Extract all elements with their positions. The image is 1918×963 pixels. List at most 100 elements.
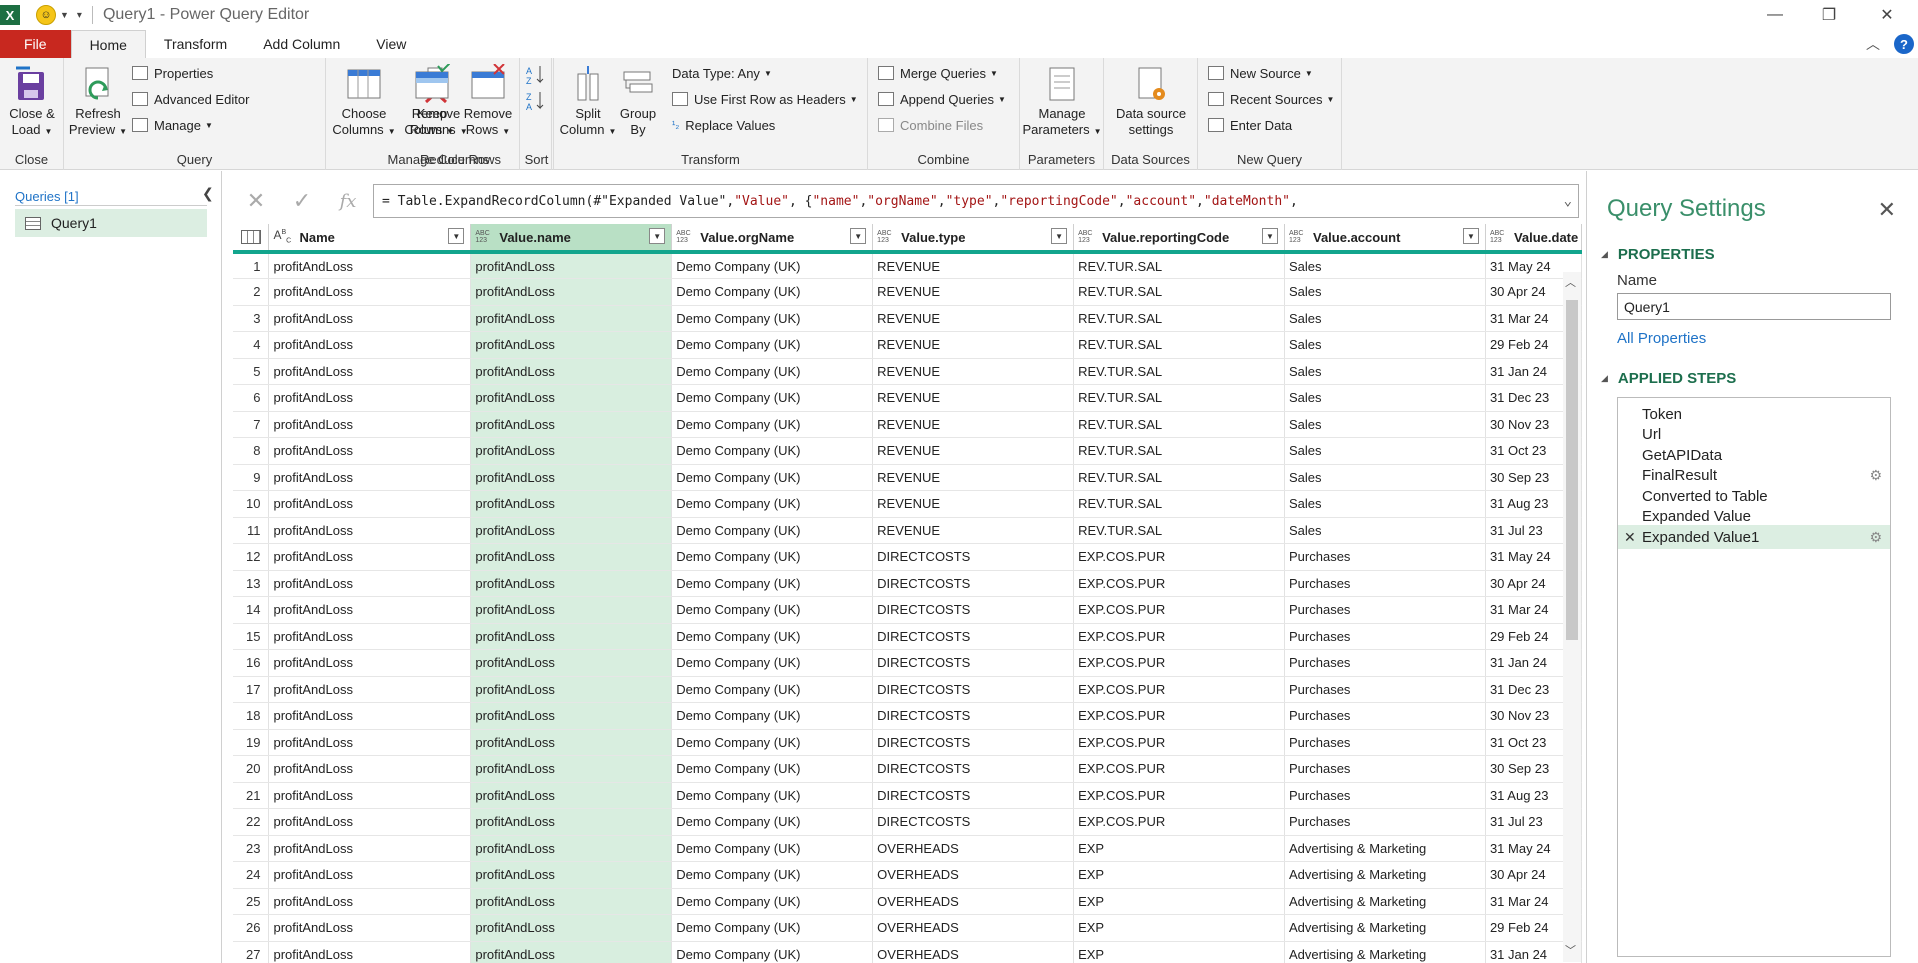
applied-steps-section[interactable]: ◢ APPLIED STEPS <box>1601 370 1736 387</box>
close-settings-icon[interactable]: ✕ <box>1878 197 1896 223</box>
merge-queries-button[interactable]: Merge Queries ▼ <box>878 62 998 84</box>
table-cell[interactable]: Sales <box>1284 252 1486 279</box>
table-cell[interactable]: profitAndLoss <box>470 729 673 756</box>
any-type-icon[interactable]: ABC 123 <box>676 230 694 244</box>
table-cell[interactable]: profitAndLoss <box>470 702 673 730</box>
table-cell[interactable]: EXP.COS.PUR <box>1073 782 1285 809</box>
row-number[interactable]: 10 <box>233 490 270 518</box>
table-cell[interactable]: profitAndLoss <box>268 278 472 306</box>
row-number[interactable]: 21 <box>233 782 270 809</box>
table-cell[interactable]: REV.TUR.SAL <box>1073 331 1285 359</box>
append-queries-button[interactable]: Append Queries ▼ <box>878 88 1006 110</box>
help-icon[interactable]: ? <box>1894 34 1914 54</box>
delete-step-icon[interactable]: ✕ <box>1624 529 1636 546</box>
new-source-button[interactable]: New Source ▼ <box>1208 62 1313 84</box>
table-cell[interactable]: REV.TUR.SAL <box>1073 252 1285 279</box>
table-cell[interactable]: profitAndLoss <box>268 702 472 730</box>
cancel-formula-icon[interactable]: ✕ <box>233 181 279 221</box>
table-cell[interactable]: REVENUE <box>872 252 1075 279</box>
data-source-settings-button[interactable]: Data source settings <box>1108 64 1194 138</box>
row-number[interactable]: 1 <box>233 252 270 279</box>
table-cell[interactable]: profitAndLoss <box>268 358 472 385</box>
close-window-icon[interactable]: ✕ <box>1864 0 1910 30</box>
table-cell[interactable]: Sales <box>1284 517 1486 544</box>
use-first-row-button[interactable]: Use First Row as Headers ▼ <box>672 88 858 110</box>
filter-dropdown-icon[interactable]: ▼ <box>1262 228 1278 244</box>
sort-descending-button[interactable]: ZA <box>526 90 546 112</box>
combine-files-button[interactable]: Combine Files <box>878 114 983 136</box>
table-cell[interactable]: Advertising & Marketing <box>1284 861 1486 889</box>
table-cell[interactable]: EXP <box>1073 861 1285 889</box>
table-cell[interactable]: profitAndLoss <box>470 305 673 332</box>
table-cell[interactable]: Advertising & Marketing <box>1284 835 1486 862</box>
table-cell[interactable]: REVENUE <box>872 437 1075 465</box>
applied-step[interactable]: ✕ Expanded Value1 ⚙ <box>1618 525 1890 549</box>
feedback-smiley-icon[interactable]: ☺ <box>36 5 56 25</box>
table-cell[interactable]: EXP <box>1073 914 1285 942</box>
table-cell[interactable]: profitAndLoss <box>470 676 673 703</box>
table-cell[interactable]: profitAndLoss <box>470 596 673 624</box>
table-cell[interactable]: profitAndLoss <box>268 411 472 438</box>
vertical-scrollbar[interactable]: ︿ ﹀ <box>1563 272 1581 962</box>
table-cell[interactable]: Demo Company (UK) <box>671 278 874 306</box>
scroll-up-icon[interactable]: ︿ <box>1565 274 1576 290</box>
row-number[interactable]: 16 <box>233 649 270 677</box>
table-cell[interactable]: Sales <box>1284 278 1486 306</box>
row-number[interactable]: 4 <box>233 331 270 359</box>
filter-dropdown-icon[interactable]: ▼ <box>649 228 666 244</box>
manage-parameters-button[interactable]: Manage Parameters ▼ <box>1022 64 1102 140</box>
tab-view[interactable]: View <box>358 30 424 58</box>
table-cell[interactable]: REV.TUR.SAL <box>1073 517 1285 544</box>
table-cell[interactable]: Sales <box>1284 437 1486 465</box>
table-cell[interactable]: Advertising & Marketing <box>1284 941 1486 963</box>
table-cell[interactable]: profitAndLoss <box>268 437 472 465</box>
table-cell[interactable]: Purchases <box>1284 702 1486 730</box>
table-cell[interactable]: profitAndLoss <box>470 835 673 862</box>
any-type-icon[interactable]: ABC 123 <box>1289 230 1307 244</box>
table-cell[interactable]: REV.TUR.SAL <box>1073 384 1285 412</box>
table-cell[interactable]: profitAndLoss <box>470 782 673 809</box>
table-cell[interactable]: Purchases <box>1284 570 1486 597</box>
table-cell[interactable]: REVENUE <box>872 411 1075 438</box>
table-cell[interactable]: profitAndLoss <box>268 252 472 279</box>
table-cell[interactable]: Demo Company (UK) <box>671 702 874 730</box>
customize-toolbar-icon[interactable]: ▾ <box>77 10 82 21</box>
close-and-load-button[interactable]: Close & Load ▼ <box>6 64 58 140</box>
table-cell[interactable]: Sales <box>1284 358 1486 385</box>
column-header[interactable]: ABC 123 Value.name ▼ <box>470 224 673 254</box>
table-cell[interactable]: Advertising & Marketing <box>1284 888 1486 915</box>
manage-button[interactable]: Manage ▼ <box>132 114 213 136</box>
scroll-down-icon[interactable]: ﹀ <box>1565 942 1576 958</box>
table-cell[interactable]: EXP.COS.PUR <box>1073 649 1285 677</box>
row-number[interactable]: 7 <box>233 411 270 438</box>
table-cell[interactable]: profitAndLoss <box>268 888 472 915</box>
split-column-button[interactable]: Split Column ▼ <box>558 64 618 140</box>
table-cell[interactable]: profitAndLoss <box>470 464 673 491</box>
table-cell[interactable]: profitAndLoss <box>268 941 472 963</box>
table-cell[interactable]: REVENUE <box>872 490 1075 518</box>
table-cell[interactable]: profitAndLoss <box>470 252 673 279</box>
table-cell[interactable]: Demo Company (UK) <box>671 464 874 491</box>
table-cell[interactable]: Advertising & Marketing <box>1284 914 1486 942</box>
enter-data-button[interactable]: Enter Data <box>1208 114 1292 136</box>
table-cell[interactable]: EXP.COS.PUR <box>1073 676 1285 703</box>
table-cell[interactable]: Purchases <box>1284 808 1486 836</box>
table-cell[interactable]: REV.TUR.SAL <box>1073 464 1285 491</box>
table-cell[interactable]: profitAndLoss <box>470 543 673 571</box>
tab-home[interactable]: Home <box>70 30 146 58</box>
table-cell[interactable]: Sales <box>1284 490 1486 518</box>
table-cell[interactable]: profitAndLoss <box>268 517 472 544</box>
table-cell[interactable]: profitAndLoss <box>268 623 472 650</box>
table-cell[interactable]: profitAndLoss <box>470 278 673 306</box>
sort-ascending-button[interactable]: AZ <box>526 64 546 86</box>
table-menu-button[interactable] <box>233 224 270 254</box>
table-cell[interactable]: OVERHEADS <box>872 914 1075 942</box>
table-cell[interactable]: profitAndLoss <box>268 914 472 942</box>
column-header[interactable]: ABC Name ▼ <box>268 224 472 254</box>
row-number[interactable]: 12 <box>233 543 270 571</box>
table-cell[interactable]: Sales <box>1284 305 1486 332</box>
table-cell[interactable]: Demo Company (UK) <box>671 543 874 571</box>
query-name-input[interactable]: Query1 <box>1617 293 1891 320</box>
table-cell[interactable]: EXP.COS.PUR <box>1073 623 1285 650</box>
table-cell[interactable]: DIRECTCOSTS <box>872 649 1075 677</box>
